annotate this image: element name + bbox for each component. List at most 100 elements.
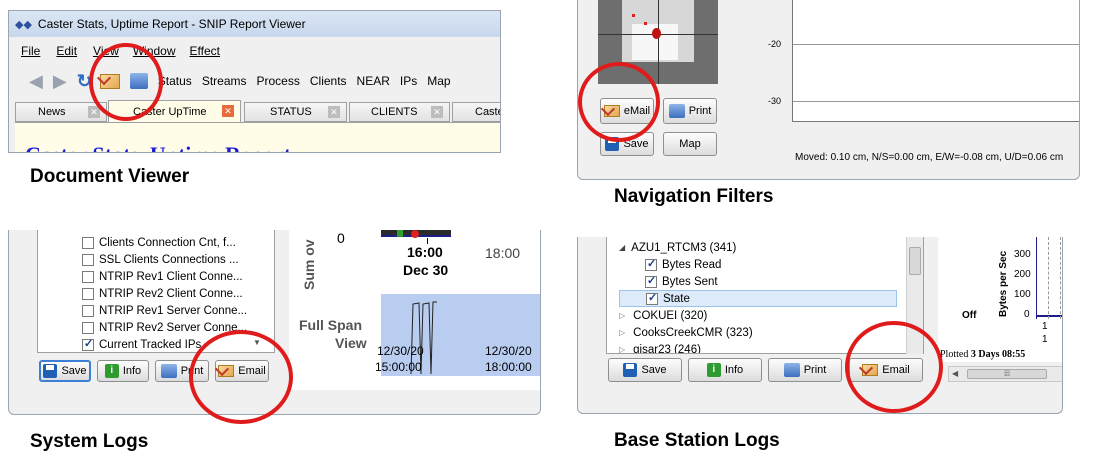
log-list-item[interactable]: Clients Connection Cnt, f...: [82, 234, 274, 251]
save-button[interactable]: Save: [608, 358, 682, 382]
scrollbar-down-arrow[interactable]: ▼: [253, 338, 261, 347]
checkbox[interactable]: [82, 337, 94, 351]
close-icon[interactable]: ✕: [88, 106, 100, 118]
toolbar-ips[interactable]: IPs: [400, 74, 417, 88]
scroll-left-arrow-icon[interactable]: ◀: [952, 369, 958, 378]
close-icon[interactable]: ✕: [222, 105, 234, 117]
log-list-item[interactable]: NTRIP Rev1 Client Conne...: [82, 268, 274, 285]
window-title: Caster Stats, Uptime Report - SNIP Repor…: [37, 17, 306, 31]
print-button[interactable]: Print: [663, 98, 717, 124]
forward-arrow-icon[interactable]: ▶: [53, 71, 67, 92]
back-arrow-icon[interactable]: ◀: [29, 71, 43, 92]
print-button[interactable]: Print: [768, 358, 842, 382]
checkbox[interactable]: [82, 270, 94, 283]
checkbox[interactable]: [82, 253, 94, 266]
toolbar-process[interactable]: Process: [257, 74, 300, 88]
plot-area: [792, 0, 1079, 122]
menu-view[interactable]: View: [93, 44, 119, 62]
info-button[interactable]: i Info: [97, 360, 149, 382]
email-button[interactable]: eMail: [600, 98, 654, 124]
menu-effect[interactable]: Effect: [190, 44, 220, 62]
print-icon: [668, 104, 685, 118]
collapsed-arrow-icon[interactable]: ▷: [619, 311, 625, 320]
tree-node[interactable]: ▷ COKUEI (320): [619, 307, 923, 324]
email-button[interactable]: Email: [849, 358, 923, 382]
tab-caster-uptime[interactable]: Caster UpTime ✕: [108, 100, 241, 122]
tree-child-label: State: [663, 292, 690, 305]
log-list-item[interactable]: Current Tracked IPs: [82, 336, 274, 353]
checkbox[interactable]: [82, 287, 94, 300]
tab-caster-label: Caster: [475, 106, 500, 118]
checkbox[interactable]: [82, 236, 94, 249]
tree-child-item[interactable]: Bytes Read: [619, 256, 923, 273]
log-list-item[interactable]: NTRIP Rev1 Server Conne...: [82, 302, 274, 319]
zero-tick: 0: [337, 230, 345, 246]
tree-root-label: AZU1_RTCM3 (341): [631, 241, 737, 254]
checkbox[interactable]: [82, 321, 94, 334]
toolbar-near[interactable]: NEAR: [357, 74, 390, 88]
close-icon[interactable]: ✕: [328, 106, 340, 118]
log-list-item-label: NTRIP Rev2 Server Conne...: [99, 321, 248, 334]
tab-status[interactable]: STATUS ✕: [244, 102, 347, 122]
chart-scrollbar[interactable]: ◀ ⁞⁞⁞: [948, 366, 1062, 382]
y-tick-label: -20: [768, 39, 782, 49]
save-button[interactable]: Save: [600, 132, 654, 156]
checkbox[interactable]: [645, 257, 657, 271]
toolbar-map[interactable]: Map: [427, 74, 450, 88]
toolbar-clients[interactable]: Clients: [310, 74, 347, 88]
tab-clients[interactable]: CLIENTS ✕: [349, 102, 450, 122]
y-axis-label: Bytes per Sec: [998, 250, 1009, 317]
save-button[interactable]: Save: [39, 360, 91, 382]
tree-scrollbar[interactable]: [906, 237, 923, 354]
email-icon: [603, 105, 620, 117]
checkbox[interactable]: [82, 304, 94, 317]
expanded-arrow-icon[interactable]: ◢: [619, 243, 625, 252]
close-icon[interactable]: ✕: [431, 106, 443, 118]
tree-node[interactable]: ▷ CooksCreekCMR (323): [619, 324, 923, 341]
refresh-icon[interactable]: ↻: [77, 71, 92, 92]
collapsed-arrow-icon[interactable]: ▷: [619, 328, 625, 337]
y-tick: 0: [1024, 309, 1030, 320]
tab-caster-uptime-label: Caster UpTime: [133, 106, 207, 118]
tree-child-item[interactable]: Bytes Sent: [619, 273, 923, 290]
print-button-label: Print: [688, 105, 712, 117]
scrollbar-thumb[interactable]: [909, 247, 921, 275]
tree-child-item[interactable]: State: [619, 290, 897, 307]
email-icon[interactable]: [99, 73, 120, 89]
menu-file[interactable]: File: [21, 44, 40, 62]
collapsed-arrow-icon[interactable]: ▷: [619, 345, 625, 353]
log-list-item[interactable]: SSL Clients Connections ...: [82, 251, 274, 268]
y-tick: 200: [1014, 269, 1031, 280]
print-button[interactable]: Print: [155, 360, 209, 382]
page-heading: Caster Stats, Uptime Report: [25, 142, 291, 152]
tree-node-label: CooksCreekCMR (323): [633, 326, 753, 339]
tree-node[interactable]: ▷ gisar23 (246): [619, 341, 923, 354]
info-button[interactable]: i Info: [688, 358, 762, 382]
log-list-item[interactable]: NTRIP Rev2 Client Conne...: [82, 285, 274, 302]
map-button[interactable]: Map: [663, 132, 717, 156]
save-icon: [43, 364, 58, 378]
scrollbar-thumb[interactable]: ⁞⁞⁞: [967, 369, 1047, 379]
y-tick: 100: [1014, 289, 1031, 300]
x-tick: 1: [1042, 334, 1048, 345]
print-icon[interactable]: [129, 73, 148, 89]
tree-root[interactable]: ◢ AZU1_RTCM3 (341): [619, 239, 923, 256]
email-button-label: eMail: [623, 105, 651, 117]
toolbar-streams[interactable]: Streams: [202, 74, 247, 88]
tab-news[interactable]: News ✕: [15, 102, 107, 122]
toolbar-status[interactable]: Status: [158, 74, 192, 88]
menu-edit[interactable]: Edit: [56, 44, 77, 62]
email-icon: [218, 365, 235, 377]
log-list-item-label: NTRIP Rev1 Server Conne...: [99, 304, 248, 317]
email-button[interactable]: Email: [215, 360, 269, 382]
title-bar: ◆◆ Caster Stats, Uptime Report - SNIP Re…: [9, 11, 500, 37]
checkbox[interactable]: [645, 274, 657, 288]
span-end-date: 12/30/20: [485, 344, 532, 358]
print-button-label: Print: [803, 364, 827, 376]
menu-window[interactable]: Window: [133, 44, 176, 62]
checkbox[interactable]: [646, 291, 658, 305]
log-list-item[interactable]: NTRIP Rev2 Server Conne...: [82, 319, 274, 336]
plotted-text: Plotted 3 Days 08:55: [940, 349, 1025, 360]
y-tick: 300: [1014, 249, 1031, 260]
tab-caster[interactable]: Caster: [452, 102, 500, 122]
